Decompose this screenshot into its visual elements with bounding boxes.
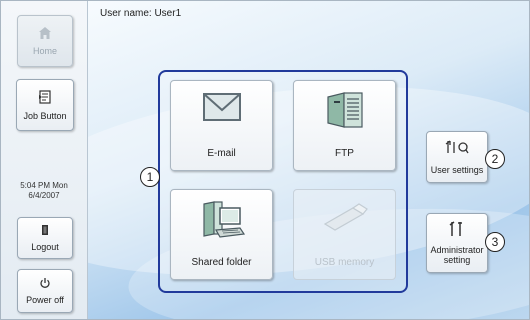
usb-memory-icon	[294, 200, 395, 241]
usb-memory-tile[interactable]: USB memory	[293, 189, 396, 280]
clock-time: 5:04 PM Mon	[20, 181, 68, 190]
ftp-tile[interactable]: FTP	[293, 80, 396, 171]
shared-folder-computer-icon	[171, 200, 272, 245]
power-off-label: Power off	[26, 295, 64, 305]
user-settings-label: User settings	[430, 165, 484, 175]
ftp-label: FTP	[335, 148, 354, 159]
email-tile[interactable]: E-mail	[170, 80, 273, 171]
envelope-icon	[171, 91, 272, 128]
job-button[interactable]: Job Button	[16, 79, 74, 131]
power-icon	[39, 277, 51, 291]
administrator-setting-button[interactable]: Administrator setting	[426, 213, 488, 273]
administrator-setting-line1: Administrator	[430, 245, 484, 255]
administrator-setting-line2: setting	[443, 255, 471, 265]
administrator-setting-label: Administrator setting	[427, 245, 487, 265]
sidebar: Home Job Button 5:04 PM Mon 6/4/2007 Log…	[1, 1, 88, 319]
admin-tools-icon	[427, 221, 487, 239]
home-icon	[38, 26, 52, 42]
application-window: Home Job Button 5:04 PM Mon 6/4/2007 Log…	[0, 0, 530, 320]
send-destination-panel: E-mail FTP Shared folder USB memory	[158, 70, 408, 293]
email-label: E-mail	[207, 148, 236, 159]
logout-button[interactable]: Logout	[17, 217, 73, 259]
ftp-server-icon	[294, 91, 395, 134]
user-settings-icon	[427, 139, 487, 157]
clock-date: 6/4/2007	[28, 191, 60, 200]
job-button-icon	[38, 89, 52, 107]
callout-2: 2	[485, 149, 505, 169]
clock: 5:04 PM Mon 6/4/2007	[1, 181, 87, 201]
power-off-button[interactable]: Power off	[17, 269, 73, 313]
main-area: User name: User1 E-mail FTP Shared folde…	[88, 1, 529, 319]
home-button[interactable]: Home	[17, 15, 73, 67]
user-name-label: User name: User1	[100, 8, 182, 19]
callout-1: 1	[140, 167, 160, 187]
shared-folder-tile[interactable]: Shared folder	[170, 189, 273, 280]
job-button-label: Job Button	[23, 111, 67, 121]
user-settings-button[interactable]: User settings	[426, 131, 488, 183]
callout-3: 3	[485, 232, 505, 252]
logout-icon	[39, 224, 51, 238]
home-label: Home	[32, 46, 57, 56]
usb-memory-label: USB memory	[314, 257, 375, 268]
logout-label: Logout	[31, 242, 59, 252]
shared-folder-label: Shared folder	[191, 257, 252, 268]
